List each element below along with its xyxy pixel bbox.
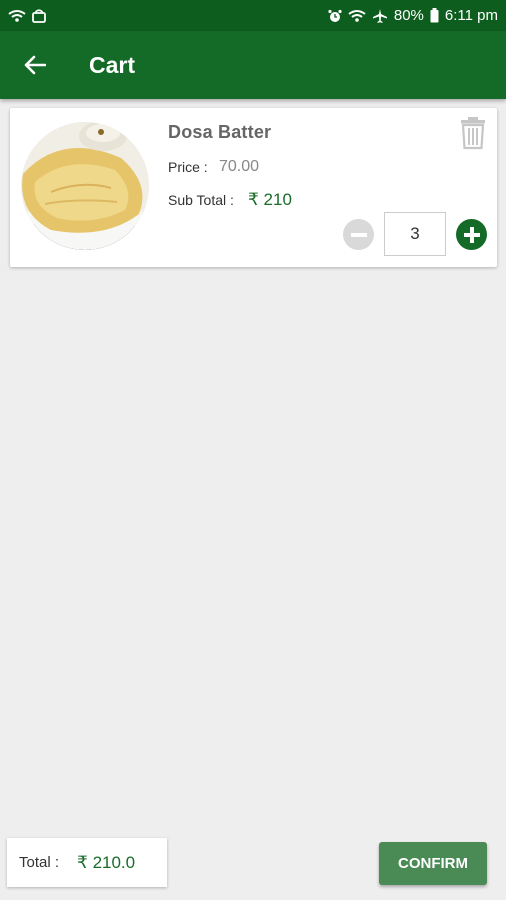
status-left-icons [8,8,46,23]
wifi-signal-icon [8,9,26,22]
quantity-input[interactable] [384,212,446,256]
plus-icon [463,226,480,243]
price-label: Price : [168,159,208,175]
status-right-icons: 80% 6:11 pm [328,7,498,24]
subtotal-label: Sub Total : [168,192,234,208]
confirm-button[interactable]: CONFIRM [379,842,487,885]
increase-quantity-button[interactable] [456,219,487,250]
delete-item-button[interactable] [459,116,487,150]
battery-percent: 80% [393,7,424,24]
page-title: Cart [89,51,136,78]
total-summary: Total : ₹ 210.0 [7,838,167,887]
subtotal-value: ₹ 210 [248,190,292,209]
status-bar: 80% 6:11 pm [0,0,506,31]
battery-icon [430,8,439,23]
wifi-icon [348,9,366,22]
alarm-icon [328,9,342,22]
cart-item-card: Dosa Batter Price : 70.00 Sub Total : ₹ … [10,108,497,267]
dosa-image [21,122,149,250]
total-label: Total : [19,854,60,871]
price-value: 70.00 [219,158,260,175]
shopping-bag-icon [32,8,46,23]
airplane-mode-icon [372,8,387,23]
product-image [21,122,149,250]
app-bar: Cart [0,31,506,99]
back-button[interactable] [0,31,70,99]
minus-icon [350,232,367,237]
total-value: ₹ 210.0 [77,852,136,872]
decrease-quantity-button[interactable] [343,219,374,250]
clock-time: 6:11 pm [444,7,498,24]
trash-icon [461,117,485,150]
product-name: Dosa Batter [168,122,272,142]
arrow-back-icon [24,55,46,75]
